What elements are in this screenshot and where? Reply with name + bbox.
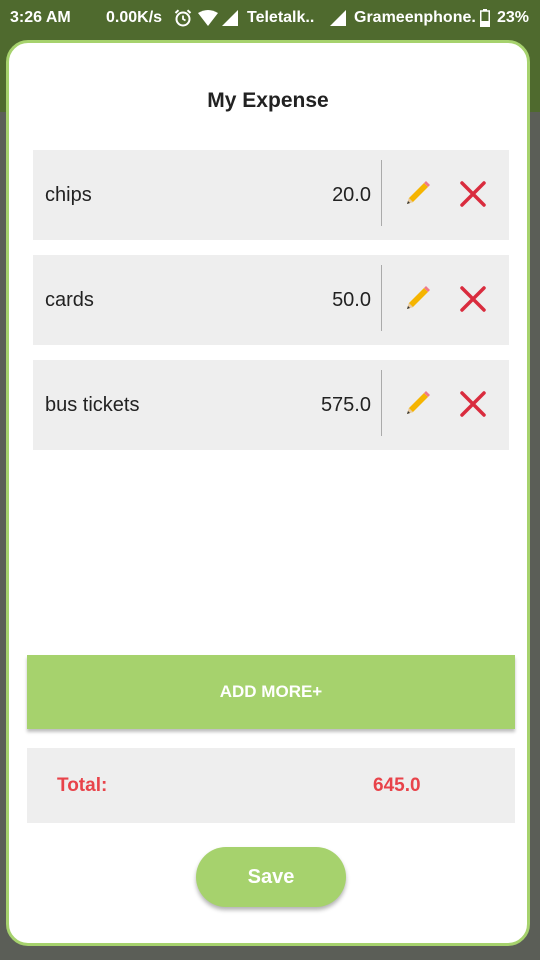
delete-x-icon[interactable]	[457, 283, 489, 315]
status-battery-percent: 23%	[497, 9, 530, 26]
battery-icon	[480, 9, 490, 27]
expense-row: cards 50.0	[33, 255, 509, 345]
expense-amount: 575.0	[320, 394, 371, 416]
total-box: Total: 645.0	[27, 748, 515, 823]
signal-icon	[222, 10, 238, 26]
status-network-speed: 0.00K/s	[106, 9, 163, 26]
expense-row: chips 20.0	[33, 150, 509, 240]
status-carrier-1: Teletalk..	[247, 9, 315, 26]
delete-x-icon[interactable]	[457, 388, 489, 420]
total-value: 645.0	[373, 775, 421, 796]
expense-name: cards	[45, 289, 94, 311]
expense-name: chips	[45, 184, 92, 206]
expense-dialog: My Expense chips 20.0 cards 50.0 bus tic…	[6, 40, 530, 946]
total-label: Total:	[57, 775, 108, 796]
status-time: 3:26 AM	[10, 9, 71, 26]
row-divider	[381, 265, 382, 331]
expense-amount: 50.0	[332, 289, 371, 311]
expense-row: bus tickets 575.0	[33, 360, 509, 450]
pencil-icon[interactable]	[401, 388, 433, 420]
save-button[interactable]: Save	[196, 847, 346, 907]
delete-x-icon[interactable]	[457, 178, 489, 210]
alarm-icon	[174, 9, 192, 27]
expense-amount: 20.0	[332, 184, 371, 206]
add-more-button[interactable]: ADD MORE+	[27, 655, 515, 729]
pencil-icon[interactable]	[401, 283, 433, 315]
wifi-icon	[198, 10, 218, 26]
status-carrier-2: Grameenphone.	[354, 9, 476, 26]
status-bar: 3:26 AM 0.00K/s Teletalk.. Grameenphone.…	[0, 0, 540, 36]
expense-name: bus tickets	[45, 394, 140, 416]
pencil-icon[interactable]	[401, 178, 433, 210]
signal-icon	[330, 10, 346, 26]
row-divider	[381, 370, 382, 436]
row-divider	[381, 160, 382, 226]
dialog-title: My Expense	[207, 89, 329, 112]
